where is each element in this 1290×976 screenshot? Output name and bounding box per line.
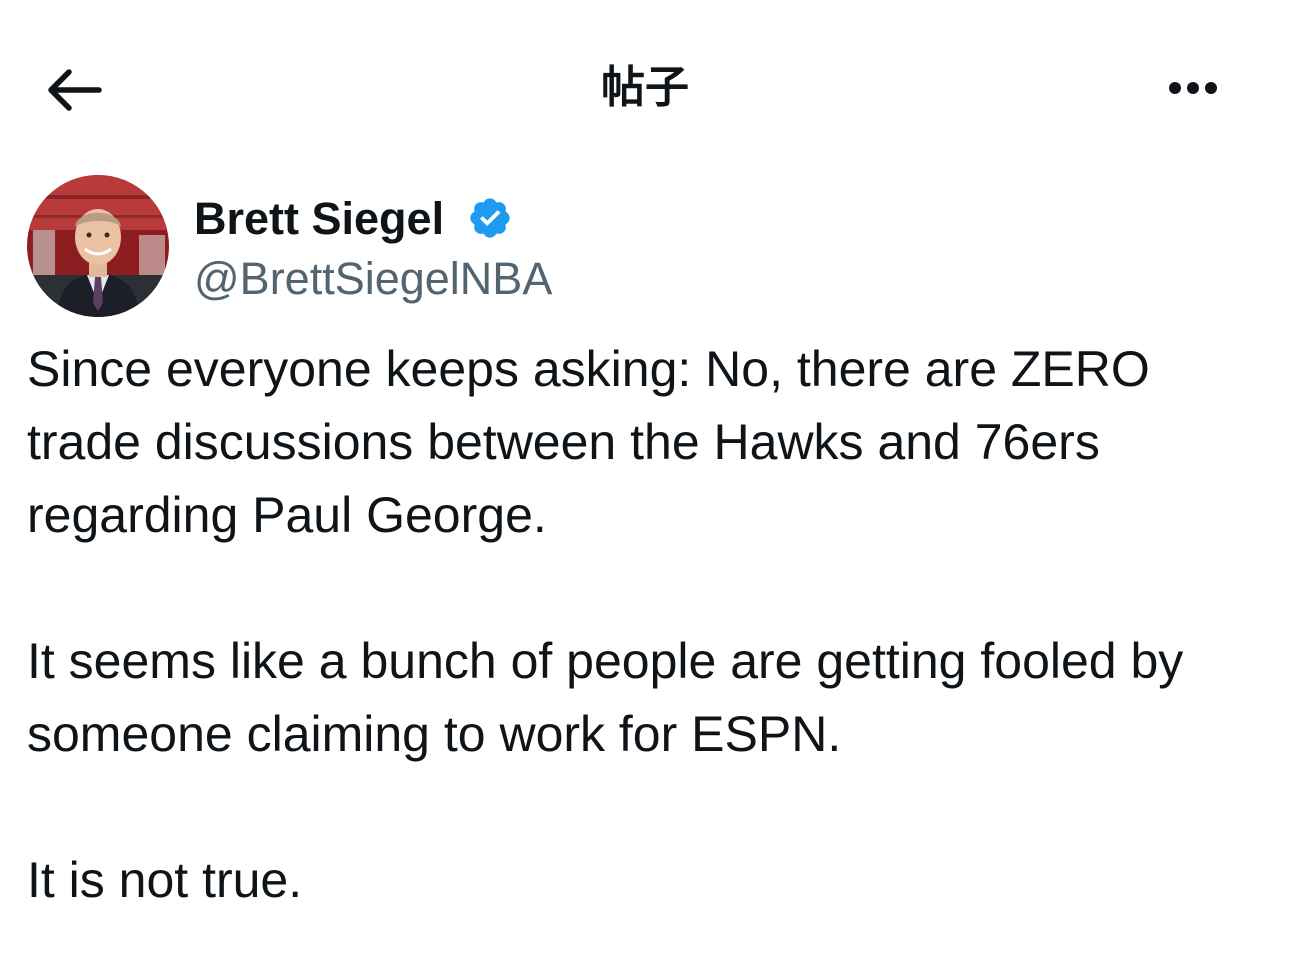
post-paragraph: It is not true.	[27, 852, 303, 908]
post-author: Brett Siegel @BrettSiegelNBA	[27, 175, 1267, 320]
post-text: Since everyone keeps asking: No, there a…	[27, 333, 1262, 917]
post-paragraph: Since everyone keeps asking: No, there a…	[27, 341, 1164, 543]
page-title: 帖子	[601, 62, 689, 113]
author-handle[interactable]: @BrettSiegelNBA	[194, 251, 552, 307]
verified-badge-icon	[470, 198, 510, 238]
more-options-button[interactable]	[1150, 58, 1240, 118]
post-paragraph: It seems like a bunch of people are gett…	[27, 633, 1198, 762]
author-name[interactable]: Brett Siegel	[194, 191, 444, 247]
more-horizontal-icon	[1169, 82, 1217, 94]
top-navigation-bar: 帖子	[0, 0, 1290, 176]
avatar[interactable]	[27, 175, 169, 317]
avatar-photo	[27, 175, 169, 317]
